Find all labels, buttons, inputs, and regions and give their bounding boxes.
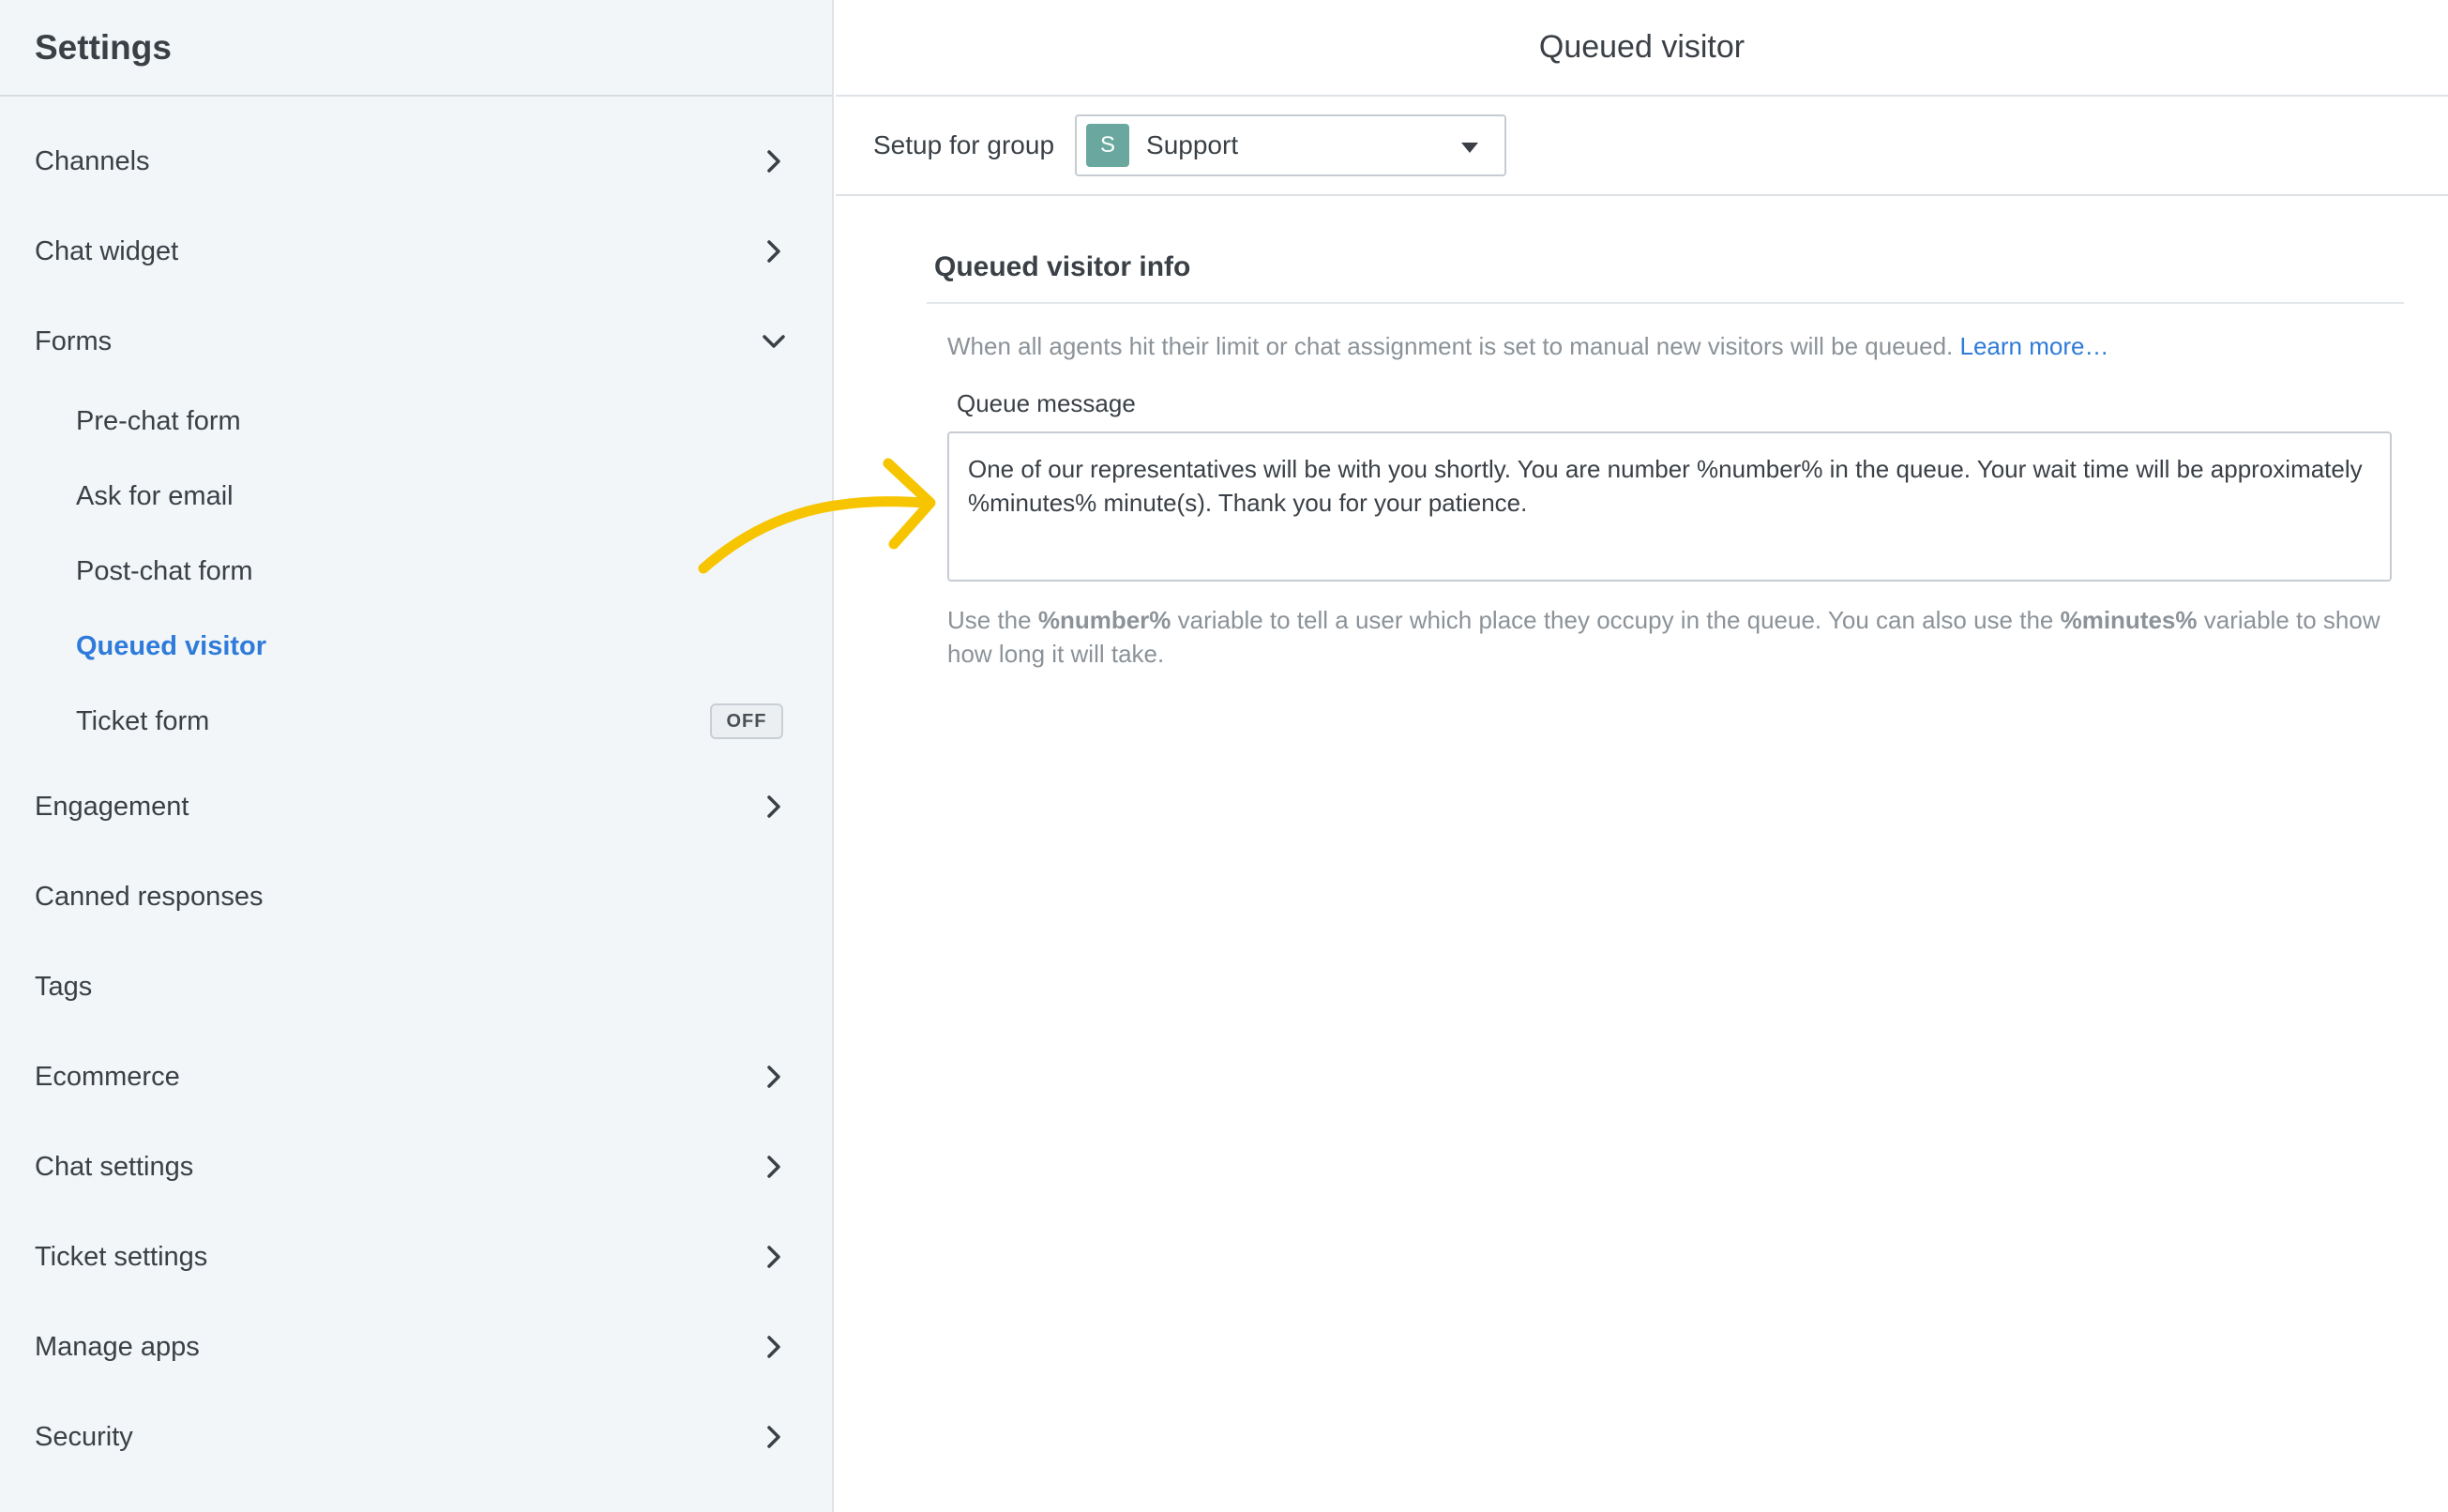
group-avatar: S xyxy=(1086,124,1130,167)
sidebar-item-forms[interactable]: Forms xyxy=(0,304,834,379)
hint-text: Use the xyxy=(947,606,1038,634)
sidebar-item-pre-chat-form[interactable]: Pre-chat form xyxy=(0,384,834,459)
sidebar-item-label: Queued visitor xyxy=(76,630,267,661)
chevron-right-icon xyxy=(761,1064,787,1090)
sidebar-item-ticket-settings[interactable]: Ticket settings xyxy=(0,1219,834,1294)
sidebar-item-chat-settings[interactable]: Chat settings xyxy=(0,1129,834,1204)
chevron-right-icon xyxy=(761,1154,787,1180)
queued-visitor-section: Queued visitor info When all agents hit … xyxy=(927,251,2404,671)
learn-more-link[interactable]: Learn more… xyxy=(1960,332,2109,360)
sidebar-item-label: Ask for email xyxy=(76,480,234,511)
sidebar-item-label: Chat widget xyxy=(35,235,179,266)
queue-message-label: Queue message xyxy=(957,389,1136,417)
group-label: Setup for group xyxy=(873,130,1055,159)
queue-message-input[interactable]: One of our representatives will be with … xyxy=(947,431,2392,582)
sidebar-title: Settings xyxy=(35,27,172,67)
chevron-right-icon xyxy=(761,1334,787,1360)
group-select[interactable]: S Support xyxy=(1075,114,1507,176)
sidebar-header: Settings xyxy=(0,0,832,97)
sidebar-item-security[interactable]: Security xyxy=(0,1399,834,1474)
sidebar-item-label: Security xyxy=(35,1421,133,1452)
sidebar-item-tags[interactable]: Tags xyxy=(0,949,834,1024)
sidebar-item-canned-responses[interactable]: Canned responses xyxy=(0,859,834,934)
sidebar-item-chat-widget[interactable]: Chat widget xyxy=(0,214,834,289)
chevron-right-icon xyxy=(761,238,787,265)
chevron-right-icon xyxy=(761,1244,787,1270)
sidebar-item-label: Manage apps xyxy=(35,1331,200,1362)
sidebar-item-label: Ticket form xyxy=(76,705,210,736)
sidebar-item-label: Engagement xyxy=(35,791,189,822)
sidebar-item-manage-apps[interactable]: Manage apps xyxy=(0,1309,834,1384)
page-title: Queued visitor xyxy=(1538,29,1745,65)
chevron-right-icon xyxy=(761,1424,787,1450)
sidebar-item-label: Canned responses xyxy=(35,881,264,912)
sidebar-item-label: Tags xyxy=(35,971,93,1002)
sidebar: Settings Channels Chat widget Forms Pre-… xyxy=(0,0,834,1512)
sidebar-item-ticket-form[interactable]: Ticket form OFF xyxy=(0,684,834,759)
main-panel: Queued visitor Setup for group S Support… xyxy=(836,0,2448,1512)
main-header: Queued visitor xyxy=(836,0,2448,97)
sidebar-item-queued-visitor[interactable]: Queued visitor xyxy=(0,609,834,684)
sidebar-item-channels[interactable]: Channels xyxy=(0,124,834,199)
queue-message-hint: Use the %number% variable to tell a user… xyxy=(927,603,2390,671)
ticket-form-toggle[interactable]: OFF xyxy=(710,703,783,739)
sidebar-item-label: Chat settings xyxy=(35,1151,194,1182)
hint-variable-number: %number% xyxy=(1037,606,1171,634)
section-title: Queued visitor info xyxy=(927,251,2404,304)
chevron-down-icon xyxy=(761,328,787,355)
chevron-right-icon xyxy=(761,794,787,820)
sidebar-item-label: Ticket settings xyxy=(35,1241,208,1272)
section-description: When all agents hit their limit or chat … xyxy=(927,332,2404,361)
annotation-arrow-icon xyxy=(698,458,936,574)
sidebar-item-label: Ecommerce xyxy=(35,1061,180,1092)
sidebar-item-engagement[interactable]: Engagement xyxy=(0,769,834,844)
caret-down-icon xyxy=(1461,143,1479,153)
hint-variable-minutes: %minutes% xyxy=(2060,606,2198,634)
sidebar-item-label: Post-chat form xyxy=(76,555,253,586)
group-select-value: Support xyxy=(1146,130,1239,159)
sidebar-item-label: Channels xyxy=(35,145,150,176)
chevron-right-icon xyxy=(761,148,787,174)
hint-text: variable to tell a user which place they… xyxy=(1171,606,2061,634)
group-bar: Setup for group S Support xyxy=(836,97,2448,196)
description-text: When all agents hit their limit or chat … xyxy=(947,332,1960,360)
sidebar-item-label: Pre-chat form xyxy=(76,405,241,436)
sidebar-item-ecommerce[interactable]: Ecommerce xyxy=(0,1039,834,1114)
sidebar-item-label: Forms xyxy=(35,325,113,356)
